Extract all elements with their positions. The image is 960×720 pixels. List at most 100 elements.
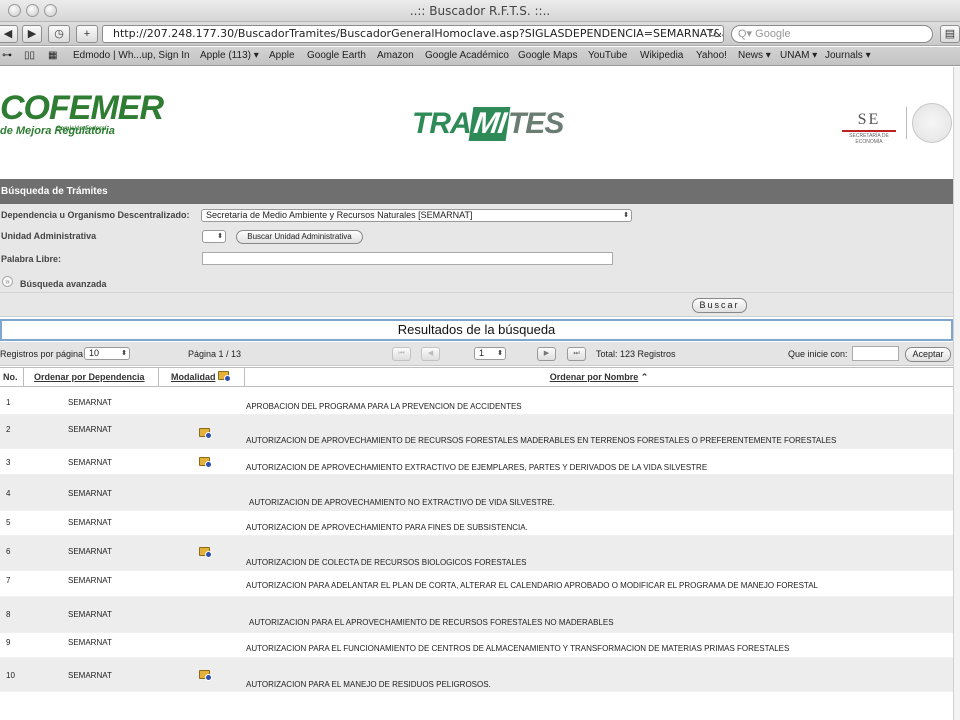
bookmarks-bar: ⊶ ▯▯ ▦ Edmodo | Wh...up, Sign In Apple (… xyxy=(0,47,960,66)
bookmark-item[interactable]: Apple (113) ▾ xyxy=(200,50,259,61)
row-number: 9 xyxy=(6,638,11,647)
expand-advanced-icon[interactable]: » xyxy=(2,276,13,287)
history-clock-icon[interactable]: ◷ xyxy=(48,25,70,43)
modalidad-folder-icon[interactable] xyxy=(199,428,212,439)
row-dependencia: SEMARNAT xyxy=(68,489,112,498)
reader-icon[interactable]: ⊶ xyxy=(2,50,12,61)
folder-icon xyxy=(218,371,232,382)
bookmark-item[interactable]: Google Earth xyxy=(307,50,366,61)
inicie-con-input[interactable] xyxy=(852,346,899,361)
google-search-field[interactable]: Q▾ Google xyxy=(731,25,933,43)
table-row[interactable]: 9 SEMARNAT AUTORIZACION PARA EL FUNCIONA… xyxy=(0,633,953,658)
unidad-select[interactable]: ⬍ xyxy=(202,230,226,243)
row-number: 1 xyxy=(6,398,11,407)
row-tramite-name[interactable]: AUTORIZACION PARA ADELANTAR EL PLAN DE C… xyxy=(246,581,818,590)
reload-icon[interactable]: ↻ xyxy=(708,26,717,42)
pagina-indicator: Página 1 / 13 xyxy=(188,349,242,359)
bookmark-item[interactable]: Journals ▾ xyxy=(825,50,871,61)
row-dependencia: SEMARNAT xyxy=(68,518,112,527)
add-bookmark-icon[interactable]: + xyxy=(76,25,98,43)
dependencia-select[interactable]: Secretaría de Medio Ambiente y Recursos … xyxy=(201,209,632,222)
row-tramite-name[interactable]: AUTORIZACION DE COLECTA DE RECURSOS BIOL… xyxy=(246,558,527,567)
bookmarks-book-icon[interactable]: ▯▯ xyxy=(24,50,35,61)
bookmark-item[interactable]: Apple xyxy=(269,50,295,61)
sort-by-dependencia-label: Ordenar por Dependencia xyxy=(34,372,145,382)
table-row[interactable]: 7 SEMARNAT AUTORIZACION PARA ADELANTAR E… xyxy=(0,571,953,597)
modalidad-folder-icon[interactable] xyxy=(199,547,212,558)
row-dependencia: SEMARNAT xyxy=(68,458,112,467)
select-arrows-icon: ⬍ xyxy=(121,350,127,357)
table-row[interactable]: 5 SEMARNAT AUTORIZACION DE APROVECHAMIEN… xyxy=(0,511,953,536)
bookmark-item[interactable]: Google Académico xyxy=(425,50,509,61)
row-tramite-name[interactable]: AUTORIZACION PARA EL MANEJO DE RESIDUOS … xyxy=(246,680,491,689)
bookmark-item[interactable]: Wikipedia xyxy=(640,50,683,61)
modalidad-folder-icon[interactable] xyxy=(199,457,212,468)
row-tramite-name[interactable]: AUTORIZACION PARA EL APROVECHAMIENTO DE … xyxy=(249,618,614,627)
table-row[interactable]: 2 SEMARNAT AUTORIZACION DE APROVECHAMIEN… xyxy=(0,415,953,449)
address-bar[interactable]: http://207.248.177.30/BuscadorTramites/B… xyxy=(102,25,724,43)
row-number: 5 xyxy=(6,518,11,527)
cofemer-logo-text: COFEMER xyxy=(0,89,164,127)
top-sites-grid-icon[interactable]: ▦ xyxy=(48,50,57,61)
row-tramite-name[interactable]: AUTORIZACION DE APROVECHAMIENTO NO EXTRA… xyxy=(249,498,555,507)
search-placeholder: Google xyxy=(755,28,791,40)
national-seal-icon xyxy=(912,103,952,143)
cofemer-logo[interactable]: COFEMER Comisión Federal de Mejora Regul… xyxy=(0,89,164,137)
aceptar-button[interactable]: Aceptar xyxy=(905,347,951,362)
window-title: ..:: Buscador R.F.T.S. ::.. xyxy=(409,4,551,18)
select-arrows-icon: ⬍ xyxy=(623,212,629,219)
table-row[interactable]: 3 SEMARNAT AUTORIZACION DE APROVECHAMIEN… xyxy=(0,449,953,475)
search-section-heading: Búsqueda de Trámites xyxy=(0,179,953,204)
results-table-header: No. Ordenar por Dependencia Modalidad Or… xyxy=(0,367,953,387)
bookmark-item[interactable]: Yahoo! xyxy=(696,50,727,61)
vertical-scrollbar[interactable] xyxy=(953,67,960,720)
bookmark-item[interactable]: Edmodo | Wh...up, Sign In xyxy=(73,50,190,61)
page-select-value: 1 xyxy=(479,348,485,358)
page-select[interactable]: 1 ⬍ xyxy=(474,347,506,360)
tramites-logo-part: TES xyxy=(507,107,564,140)
bookmark-item[interactable]: News ▾ xyxy=(738,50,771,61)
registros-select[interactable]: 10 ⬍ xyxy=(84,347,130,360)
table-row[interactable]: 8 SEMARNAT AUTORIZACION PARA EL APROVECH… xyxy=(0,597,953,633)
row-tramite-name[interactable]: AUTORIZACION DE APROVECHAMIENTO PARA FIN… xyxy=(246,523,528,532)
bookmark-item[interactable]: UNAM ▾ xyxy=(780,50,817,61)
reading-list-icon[interactable]: ▤ xyxy=(940,25,960,43)
row-tramite-name[interactable]: AUTORIZACION DE APROVECHAMIENTO EXTRACTI… xyxy=(246,463,707,472)
registros-label: Registros por página xyxy=(0,349,84,359)
row-tramite-name[interactable]: AUTORIZACION DE APROVECHAMIENTO DE RECUR… xyxy=(246,436,836,445)
site-banner: COFEMER Comisión Federal de Mejora Regul… xyxy=(0,67,953,178)
row-tramite-name[interactable]: AUTORIZACION PARA EL FUNCIONAMIENTO DE C… xyxy=(246,644,789,653)
bookmark-item[interactable]: YouTube xyxy=(588,50,627,61)
se-logo-subtext: SECRETARÍA DE ECONOMÍA xyxy=(849,133,889,145)
row-dependencia: SEMARNAT xyxy=(68,398,112,407)
busqueda-avanzada-link[interactable]: Búsqueda avanzada xyxy=(20,279,107,289)
row-number: 10 xyxy=(6,671,15,680)
palabra-libre-label: Palabra Libre: xyxy=(1,254,62,264)
row-dependencia: SEMARNAT xyxy=(68,576,112,585)
bookmark-item[interactable]: Google Maps xyxy=(518,50,577,61)
table-row[interactable]: 10 SEMARNAT AUTORIZACION PARA EL MANEJO … xyxy=(0,658,953,692)
select-arrows-icon: ⬍ xyxy=(217,233,223,240)
table-row[interactable]: 1 SEMARNAT APROBACION DEL PROGRAMA PARA … xyxy=(0,388,953,415)
previous-page-icon[interactable]: ◀ xyxy=(421,347,440,361)
row-tramite-name[interactable]: APROBACION DEL PROGRAMA PARA LA PREVENCI… xyxy=(246,402,522,411)
next-page-icon[interactable]: ▶ xyxy=(537,347,556,361)
table-row[interactable]: 4 SEMARNAT AUTORIZACION DE APROVECHAMIEN… xyxy=(0,475,953,511)
table-row[interactable]: 6 SEMARNAT AUTORIZACION DE COLECTA DE RE… xyxy=(0,536,953,571)
bookmark-item[interactable]: Amazon xyxy=(377,50,414,61)
row-dependencia: SEMARNAT xyxy=(68,610,112,619)
browser-toolbar: ◀ ▶ ◷ + http://207.248.177.30/BuscadorTr… xyxy=(0,22,960,46)
last-page-icon[interactable]: ⏭ xyxy=(567,347,586,361)
buscar-button[interactable]: Buscar xyxy=(692,298,747,313)
sort-by-nombre-link[interactable]: Ordenar por Nombre ⌃ xyxy=(245,368,953,387)
tramites-logo[interactable]: TRAMITES xyxy=(412,107,564,141)
first-page-icon[interactable]: ⏮ xyxy=(392,347,411,361)
buscar-unidad-button[interactable]: Buscar Unidad Administrativa xyxy=(236,230,363,244)
modalidad-folder-icon[interactable] xyxy=(199,670,212,681)
back-icon[interactable]: ◀ xyxy=(0,25,18,43)
se-logo[interactable]: SE SECRETARÍA DE ECONOMÍA xyxy=(838,111,900,145)
forward-icon[interactable]: ▶ xyxy=(22,25,42,43)
row-number: 3 xyxy=(6,458,11,467)
palabra-libre-input[interactable] xyxy=(202,252,613,265)
sort-by-dependencia-link[interactable]: Ordenar por Dependencia xyxy=(24,368,159,387)
